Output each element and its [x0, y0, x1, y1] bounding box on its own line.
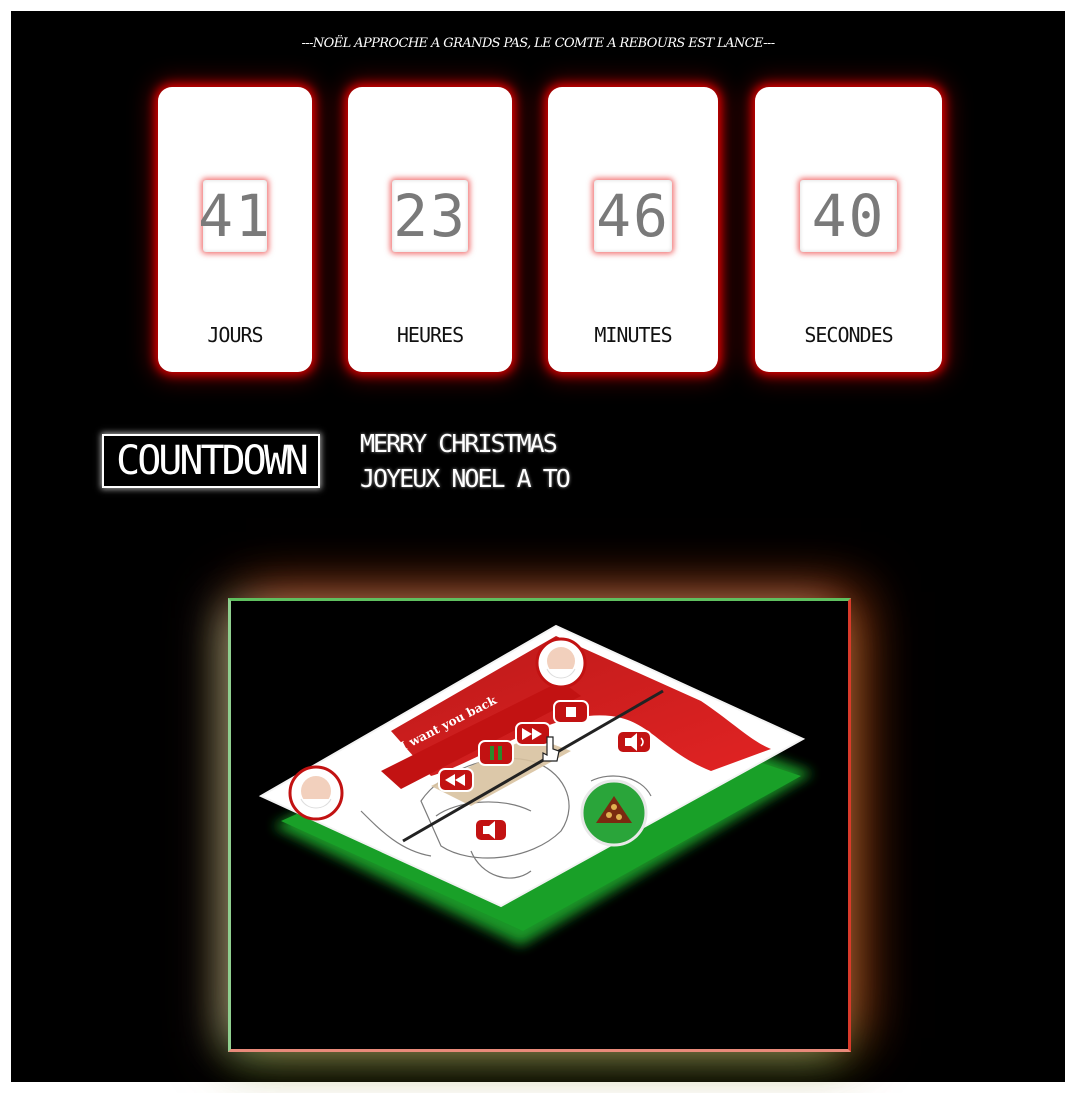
isometric-player: I want you back — [231, 601, 848, 1049]
santa-face-icon — [288, 765, 344, 821]
greeting-ticker: MERRY CHRISTMAS JOYEUX NOEL A TO — [360, 426, 620, 496]
countdown-card-seconds: 40 SECONDES — [755, 87, 942, 372]
seconds-value: 40 — [800, 180, 897, 252]
days-value: 41 — [198, 180, 272, 252]
hours-label: HEURES — [396, 323, 464, 347]
santa-face-icon — [535, 637, 587, 689]
ticker-line-english: MERRY CHRISTMAS — [360, 429, 558, 458]
countdown-card-hours: 23 HEURES — [348, 87, 512, 372]
minutes-value: 46 — [594, 180, 672, 252]
rewind-icon[interactable] — [438, 768, 474, 792]
stop-icon[interactable] — [553, 700, 589, 724]
days-label: JOURS — [207, 323, 263, 347]
page-headline: ---NOËL APPROCHE A GRANDS PAS, LE COMTE … — [301, 36, 775, 51]
mute-icon[interactable] — [474, 818, 508, 842]
pause-icon[interactable] — [478, 740, 514, 766]
hours-value: 23 — [392, 180, 468, 252]
seconds-label: SECONDES — [804, 323, 893, 347]
volume-icon[interactable] — [616, 730, 652, 754]
showcase-frame: I want you back — [228, 598, 851, 1052]
minutes-label: MINUTES — [594, 323, 672, 347]
fast-forward-icon[interactable] — [515, 722, 551, 746]
ticker-line-french: JOYEUX NOEL A TO — [360, 464, 571, 493]
countdown-card-minutes: 46 MINUTES — [548, 87, 718, 372]
countdown-card-days: 41 JOURS — [158, 87, 312, 372]
pizza-plate-icon — [580, 779, 648, 847]
countdown-badge: COUNTDOWN — [102, 434, 320, 488]
isometric-player-svg: I want you back — [258, 624, 813, 946]
